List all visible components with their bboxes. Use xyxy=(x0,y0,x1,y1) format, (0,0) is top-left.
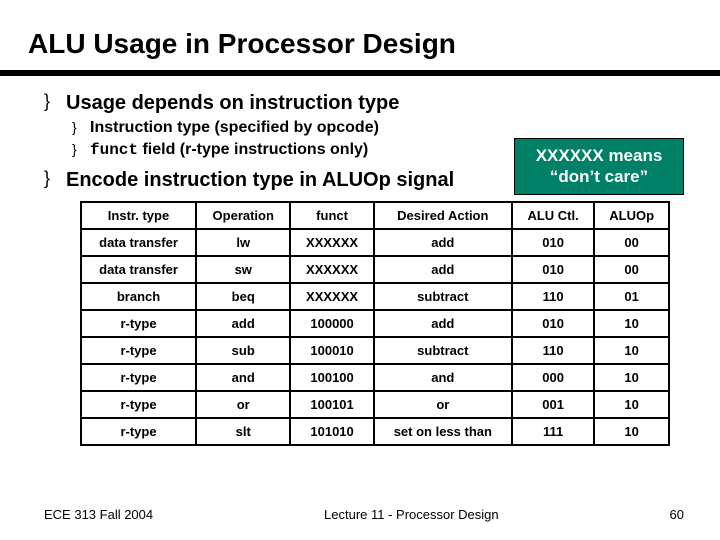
footer-center: Lecture 11 - Processor Design xyxy=(324,507,499,522)
td: sw xyxy=(196,256,290,283)
td: 111 xyxy=(512,418,594,445)
td: branch xyxy=(81,283,196,310)
td: sub xyxy=(196,337,290,364)
td: subtract xyxy=(374,337,512,364)
slide-footer: ECE 313 Fall 2004 Lecture 11 - Processor… xyxy=(0,507,720,522)
note-line-2: “don’t care” xyxy=(521,166,677,187)
table-row: r-typeslt101010set on less than11110 xyxy=(81,418,669,445)
table-row: data transferlwXXXXXXadd01000 xyxy=(81,229,669,256)
td: 00 xyxy=(594,229,669,256)
td: beq xyxy=(196,283,290,310)
table-row: r-typeadd100000add01010 xyxy=(81,310,669,337)
td: add xyxy=(196,310,290,337)
td: set on less than xyxy=(374,418,512,445)
th: funct xyxy=(290,202,373,229)
td: 10 xyxy=(594,418,669,445)
td: 001 xyxy=(512,391,594,418)
sub-bullet-text: funct field (r-type instructions only) xyxy=(90,140,368,161)
td: or xyxy=(196,391,290,418)
td: 100010 xyxy=(290,337,373,364)
note-line-1: XXXXXX means xyxy=(521,145,677,166)
td: slt xyxy=(196,418,290,445)
td: data transfer xyxy=(81,229,196,256)
td: and xyxy=(374,364,512,391)
table-row: r-typesub100010subtract11010 xyxy=(81,337,669,364)
bullet-icon: } xyxy=(72,118,90,136)
td: 100100 xyxy=(290,364,373,391)
th: Operation xyxy=(196,202,290,229)
td: 110 xyxy=(512,337,594,364)
bullet-icon: } xyxy=(44,167,66,190)
td: 00 xyxy=(594,256,669,283)
title-rule xyxy=(0,70,720,76)
td: r-type xyxy=(81,310,196,337)
table-row: data transferswXXXXXXadd01000 xyxy=(81,256,669,283)
table-body: data transferlwXXXXXXadd01000data transf… xyxy=(81,229,669,445)
table-row: branchbeqXXXXXXsubtract11001 xyxy=(81,283,669,310)
td: add xyxy=(374,310,512,337)
td: lw xyxy=(196,229,290,256)
table-row: r-typeand100100and00010 xyxy=(81,364,669,391)
td: 10 xyxy=(594,337,669,364)
note-box: XXXXXX means “don’t care” xyxy=(514,138,684,195)
td: and xyxy=(196,364,290,391)
table-row: r-typeor100101or00110 xyxy=(81,391,669,418)
slide-title: ALU Usage in Processor Design xyxy=(0,0,720,70)
td: r-type xyxy=(81,391,196,418)
td: 100101 xyxy=(290,391,373,418)
table-header-row: Instr. type Operation funct Desired Acti… xyxy=(81,202,669,229)
bullet-icon: } xyxy=(72,140,90,158)
td: subtract xyxy=(374,283,512,310)
td: data transfer xyxy=(81,256,196,283)
td: 101010 xyxy=(290,418,373,445)
td: 10 xyxy=(594,364,669,391)
footer-right: 60 xyxy=(670,507,684,522)
td: r-type xyxy=(81,364,196,391)
th: ALU Ctl. xyxy=(512,202,594,229)
td: 010 xyxy=(512,256,594,283)
sub-bullet-text: Instruction type (specified by opcode) xyxy=(90,118,379,139)
footer-left: ECE 313 Fall 2004 xyxy=(44,507,153,522)
th: Desired Action xyxy=(374,202,512,229)
td: 110 xyxy=(512,283,594,310)
td: 10 xyxy=(594,391,669,418)
td: 000 xyxy=(512,364,594,391)
instruction-table-wrap: Instr. type Operation funct Desired Acti… xyxy=(80,201,684,446)
bullet-1: } Usage depends on instruction type xyxy=(44,90,684,116)
td: 01 xyxy=(594,283,669,310)
sub-bullet: } Instruction type (specified by opcode) xyxy=(72,118,684,139)
bullet-icon: } xyxy=(44,90,66,113)
td: XXXXXX xyxy=(290,283,373,310)
td: r-type xyxy=(81,418,196,445)
td: 10 xyxy=(594,310,669,337)
td: XXXXXX xyxy=(290,229,373,256)
td: add xyxy=(374,229,512,256)
th: Instr. type xyxy=(81,202,196,229)
td: or xyxy=(374,391,512,418)
td: add xyxy=(374,256,512,283)
td: 010 xyxy=(512,310,594,337)
bullet-2-text: Encode instruction type in ALUOp signal xyxy=(66,167,454,193)
instruction-table: Instr. type Operation funct Desired Acti… xyxy=(80,201,670,446)
td: r-type xyxy=(81,337,196,364)
td: 010 xyxy=(512,229,594,256)
th: ALUOp xyxy=(594,202,669,229)
td: XXXXXX xyxy=(290,256,373,283)
bullet-1-text: Usage depends on instruction type xyxy=(66,90,399,116)
td: 100000 xyxy=(290,310,373,337)
